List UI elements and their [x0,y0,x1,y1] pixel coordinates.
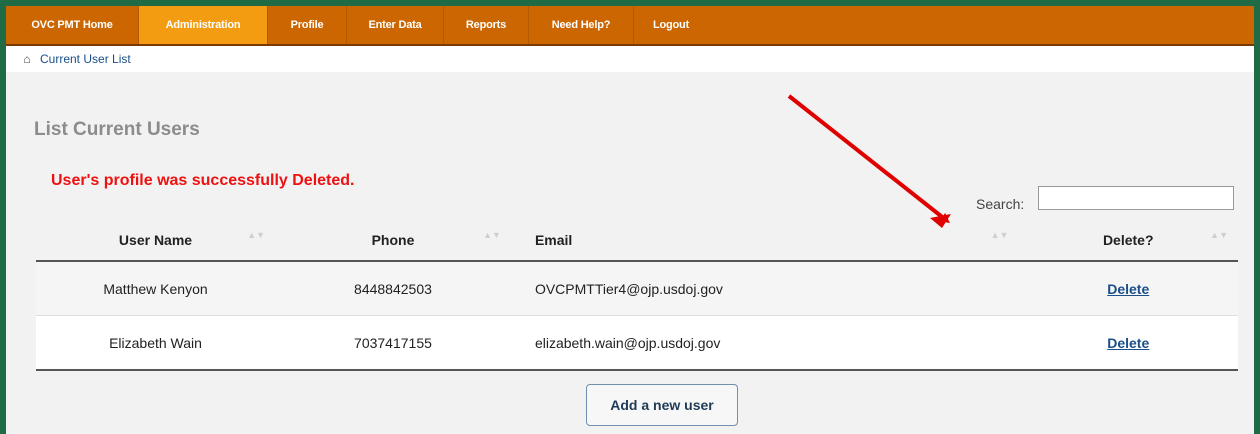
red-arrow [787,94,950,224]
annotation-arrow [787,94,951,228]
app-frame: OVC PMT Home Administration Profile Ente… [0,0,1260,434]
red-arrow-head [930,214,951,228]
